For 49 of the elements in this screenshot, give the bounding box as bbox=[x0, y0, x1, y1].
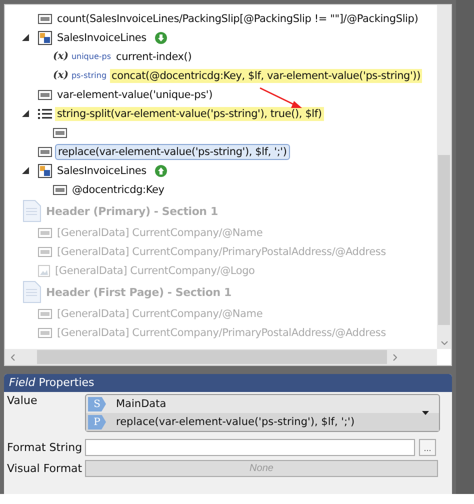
panel-title: Field Properties bbox=[4, 374, 452, 392]
tree-item[interactable]: @docentricdg:Key bbox=[70, 182, 166, 196]
field-label: Visual Format bbox=[6, 462, 84, 475]
tree-item[interactable]: SalesInvoiceLines bbox=[55, 164, 148, 178]
text-field-icon bbox=[38, 146, 52, 156]
variable-symbol: (x) bbox=[53, 51, 68, 62]
table-icon bbox=[38, 30, 52, 44]
image-icon bbox=[38, 264, 50, 276]
variable-symbol: (x) bbox=[53, 70, 68, 81]
horizontal-scrollbar[interactable] bbox=[5, 349, 437, 365]
text-field-icon bbox=[38, 228, 52, 238]
annotation-arrow bbox=[259, 87, 303, 109]
tree-item[interactable]: count(SalesInvoiceLines/PackingSlip[@PackingSlip != ""]/@PackingSlip) bbox=[55, 12, 420, 26]
table-icon bbox=[38, 164, 52, 178]
scroll-right-icon[interactable] bbox=[393, 354, 397, 360]
field-label: Value bbox=[6, 394, 38, 407]
tree-item[interactable]: SalesInvoiceLines bbox=[55, 30, 148, 44]
source-badge: S bbox=[88, 396, 106, 412]
variable-name: ps-string bbox=[71, 71, 107, 80]
tree-item[interactable]: string-split(var-element-value('ps-string'), true(), $lf) bbox=[55, 106, 324, 120]
format-string-field[interactable] bbox=[85, 439, 415, 456]
variable-name: unique-ps bbox=[71, 52, 112, 61]
value-dropdown[interactable]: S MainData P replace(var-element-value('ps-string'), $lf, ';') bbox=[85, 394, 440, 432]
document-icon bbox=[23, 200, 41, 222]
text-field-icon bbox=[38, 246, 52, 256]
text-field-icon bbox=[38, 328, 52, 338]
source-text: replace(var-element-value('ps-string'), $lf, ';') bbox=[116, 416, 355, 428]
tree-item[interactable]: replace(var-element-value('ps-string'), $lf, ';') bbox=[55, 144, 290, 160]
vertical-scrollbar[interactable] bbox=[437, 5, 451, 349]
tree-item[interactable]: current-index() bbox=[114, 50, 194, 64]
tree-item[interactable]: var-element-value('unique-ps') bbox=[55, 88, 214, 102]
scroll-down-icon[interactable] bbox=[441, 341, 448, 345]
text-field-icon bbox=[53, 184, 67, 194]
text-field-icon bbox=[38, 90, 52, 100]
text-field-icon bbox=[53, 128, 67, 138]
expand-icon[interactable] bbox=[22, 110, 29, 117]
tree-item[interactable]: concat(@docentricdg:Key, $lf, var-element-value('ps-string')) bbox=[110, 68, 422, 82]
text-field-icon bbox=[38, 308, 52, 318]
source-text: MainData bbox=[116, 398, 166, 410]
source-badge: P bbox=[88, 414, 106, 430]
expand-icon[interactable] bbox=[22, 34, 29, 41]
document-icon bbox=[23, 281, 41, 303]
list-icon bbox=[38, 108, 52, 120]
text-field-icon bbox=[38, 14, 52, 24]
field-label: Format String bbox=[6, 441, 84, 454]
expand-icon[interactable] bbox=[22, 167, 29, 174]
scroll-left-icon[interactable] bbox=[11, 354, 15, 360]
caret-icon bbox=[422, 411, 429, 415]
browse-button[interactable]: ... bbox=[419, 439, 436, 456]
